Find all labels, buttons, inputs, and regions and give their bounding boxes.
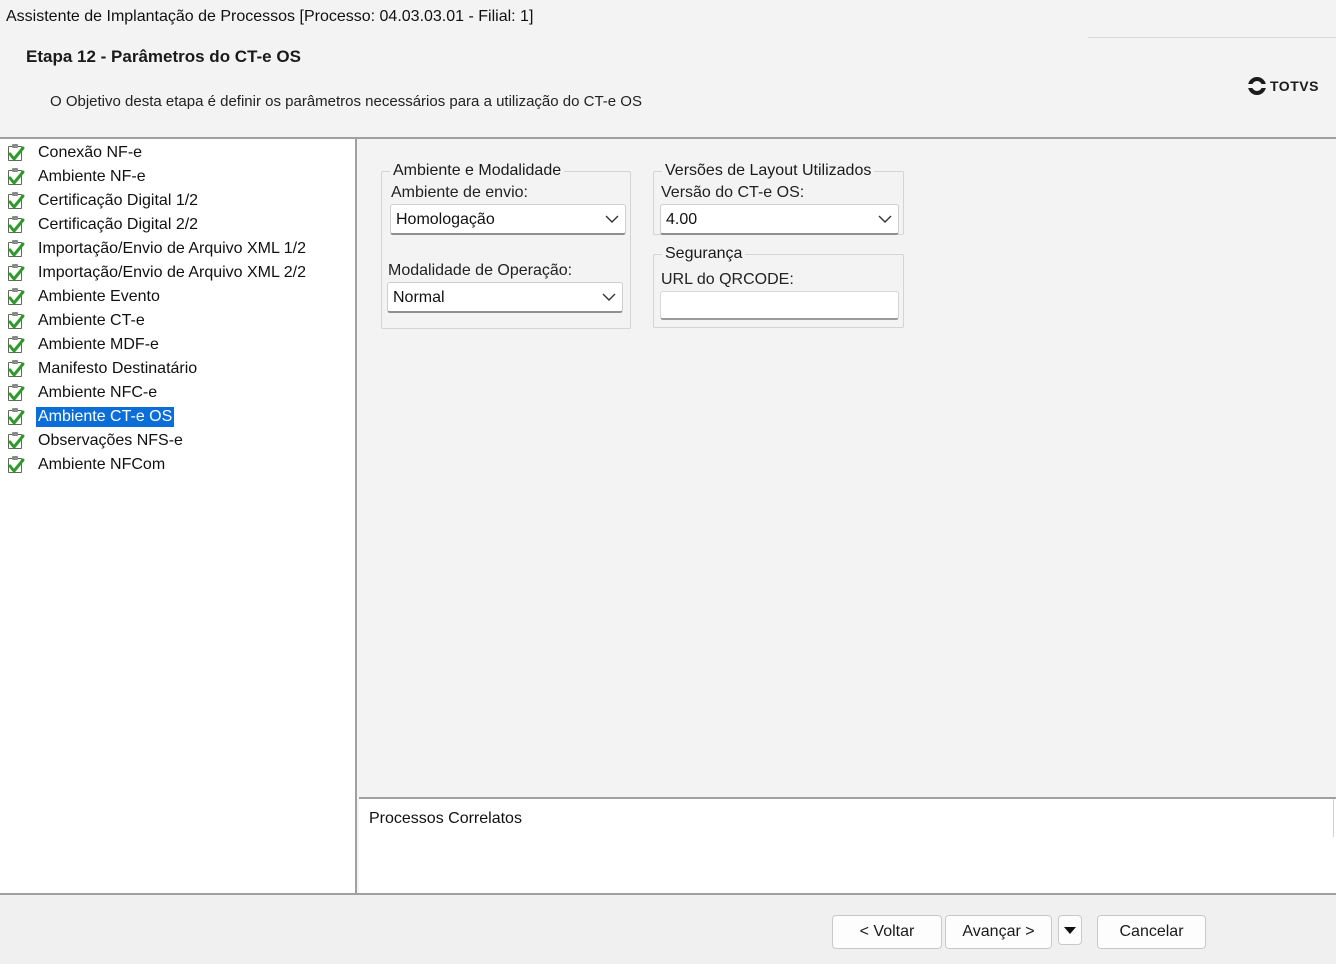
step-title: Etapa 12 - Parâmetros do CT-e OS [26, 47, 301, 66]
tree-item-label: Ambiente MDF-e [38, 336, 159, 353]
back-button[interactable]: < Voltar [832, 915, 942, 949]
tree-item-label: Ambiente NFCom [38, 456, 166, 473]
checked-document-icon [6, 167, 26, 187]
ambiente-envio-label: Ambiente de envio: [391, 184, 528, 201]
step-description: O Objetivo desta etapa é definir os parâ… [50, 93, 642, 110]
checked-document-icon [6, 287, 26, 307]
tree-item-label: Ambiente CT-e [38, 312, 145, 329]
modalidade-operacao-select[interactable]: Normal [387, 282, 623, 313]
ambiente-envio-select[interactable]: Homologação [390, 204, 626, 235]
tree-item[interactable]: Ambiente CT-e [6, 310, 147, 332]
tree-item[interactable]: Certificação Digital 2/2 [6, 214, 200, 236]
checked-document-icon [6, 407, 26, 427]
chevron-down-icon [605, 215, 619, 223]
tree-item-label: Manifesto Destinatário [38, 360, 198, 377]
checked-document-icon [6, 215, 26, 235]
url-qrcode-label: URL do QRCODE: [661, 271, 794, 288]
tree-item[interactable]: Ambiente NFC-e [6, 382, 159, 404]
tree-item-label: Importação/Envio de Arquivo XML 2/2 [38, 264, 306, 281]
tree-item-label: Observações NFS-e [38, 432, 183, 449]
url-qrcode-input[interactable] [660, 291, 899, 320]
tree-item-label: Ambiente NF-e [38, 168, 146, 185]
tree-item[interactable]: Ambiente CT-e OS [6, 406, 175, 428]
totvs-logo-text: TOTVS [1270, 78, 1319, 94]
checked-document-icon [6, 359, 26, 379]
versoes-layout-legend: Versões de Layout Utilizados [665, 162, 872, 179]
tree-item-label: Ambiente NFC-e [38, 384, 158, 401]
tree-item[interactable]: Importação/Envio de Arquivo XML 2/2 [6, 262, 308, 284]
seguranca-legend: Segurança [665, 245, 743, 262]
chevron-down-icon [602, 293, 616, 301]
tree-item-label: Importação/Envio de Arquivo XML 1/2 [38, 240, 306, 257]
related-panel-edge [1333, 799, 1334, 837]
checked-document-icon [6, 383, 26, 403]
totvs-logo-icon [1247, 77, 1267, 95]
ambiente-envio-value: Homologação [396, 211, 495, 228]
related-processes-panel: Processos Correlatos [359, 797, 1336, 893]
wizard-header: Etapa 12 - Parâmetros do CT-e OS O Objet… [0, 36, 1336, 136]
next-button[interactable]: Avançar > [945, 915, 1052, 949]
window-titlebar: Assistente de Implantação de Processos [… [0, 0, 1336, 36]
tree-item[interactable]: Ambiente MDF-e [6, 334, 161, 356]
tree-item[interactable]: Conexão NF-e [6, 142, 144, 164]
tree-item[interactable]: Ambiente Evento [6, 286, 162, 308]
versao-cteos-label: Versão do CT-e OS: [661, 184, 805, 201]
tree-item[interactable]: Manifesto Destinatário [6, 358, 199, 380]
checked-document-icon [6, 431, 26, 451]
cancel-button[interactable]: Cancelar [1097, 915, 1206, 949]
tree-item-label: Ambiente CT-e OS [36, 407, 175, 427]
tree-item-label: Conexão NF-e [38, 144, 143, 161]
tree-item[interactable]: Ambiente NF-e [6, 166, 148, 188]
checked-document-icon [6, 311, 26, 331]
tree-item[interactable]: Certificação Digital 1/2 [6, 190, 200, 212]
header-rule [1088, 37, 1336, 38]
checked-document-icon [6, 239, 26, 259]
tree-item[interactable]: Ambiente NFCom [6, 454, 167, 476]
chevron-down-icon [878, 215, 892, 223]
tree-item-label: Certificação Digital 2/2 [38, 216, 199, 233]
checked-document-icon [6, 455, 26, 475]
modalidade-operacao-value: Normal [393, 289, 445, 306]
checked-document-icon [6, 191, 26, 211]
window-title: Assistente de Implantação de Processos [… [6, 8, 534, 25]
tree-item[interactable]: Observações NFS-e [6, 430, 185, 452]
steps-tree[interactable]: Conexão NF-e Ambiente NF-e Certificação Di… [0, 139, 357, 893]
tree-item-label: Certificação Digital 1/2 [38, 192, 199, 209]
modalidade-operacao-label: Modalidade de Operação: [388, 262, 573, 279]
ambiente-modalidade-legend: Ambiente e Modalidade [393, 162, 562, 179]
related-processes-label: Processos Correlatos [369, 810, 522, 827]
totvs-logo: TOTVS [1247, 76, 1319, 96]
wizard-footer: < Voltar Avançar > Cancelar [0, 895, 1336, 964]
versao-cteos-value: 4.00 [666, 211, 698, 228]
tree-item-label: Ambiente Evento [38, 288, 160, 305]
tree-item[interactable]: Importação/Envio de Arquivo XML 1/2 [6, 238, 308, 260]
caret-down-icon [1064, 926, 1076, 934]
step-content-panel: Ambiente e Modalidade Ambiente de envio:… [359, 139, 1336, 797]
checked-document-icon [6, 263, 26, 283]
checked-document-icon [6, 335, 26, 355]
next-options-dropdown[interactable] [1058, 915, 1082, 945]
checked-document-icon [6, 143, 26, 163]
versao-cteos-select[interactable]: 4.00 [660, 204, 899, 235]
